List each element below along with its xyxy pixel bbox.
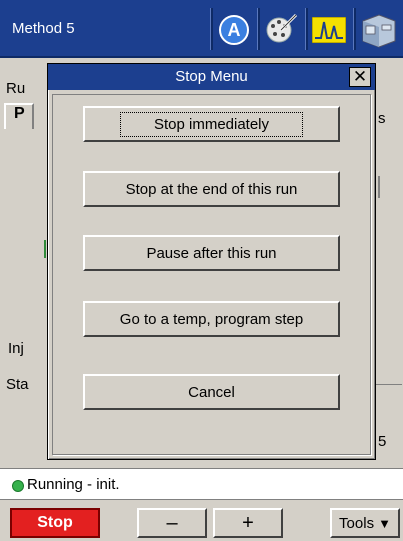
button-label: Cancel [188,383,235,401]
toolbar-separator [353,8,356,50]
background-text-s: s [378,110,386,127]
status-indicator-icon [12,480,24,492]
instrument-icon[interactable] [357,10,397,50]
background-indicator [44,240,46,258]
background-control-edge [378,176,380,198]
chromatogram-icon[interactable] [309,10,349,50]
close-button[interactable]: ✕ [349,67,371,87]
background-divider [374,384,402,385]
toolbar-separator [210,8,213,50]
background-text-inj: Inj [8,340,24,357]
tab-p[interactable]: P [4,103,34,129]
status-bar: Running - init. [0,468,403,500]
dialog-title-bar: Stop Menu [48,64,375,90]
minus-label: – [166,511,178,534]
button-label: Stop at the end of this run [125,180,298,198]
plus-button[interactable]: + [213,508,283,538]
bottom-bar: Stop – + Tools ▼ [0,500,403,541]
minus-button[interactable]: – [137,508,207,538]
tools-label: Tools [339,514,375,532]
dropdown-arrow-icon: ▼ [378,515,391,531]
stop-end-of-run-button[interactable]: Stop at the end of this run [83,171,340,207]
button-label: Go to a temp, program step [119,310,304,328]
close-icon: ✕ [352,67,368,86]
stop-label: Stop [37,514,73,531]
background-text-sta: Sta [6,376,29,393]
toolbar-separator [305,8,308,50]
dialog-title: Stop Menu [175,68,248,85]
background-text-5: 5 [378,433,387,450]
stop-menu-dialog: Stop Menu ✕ Stop immediately Stop at the… [47,63,376,460]
button-label: Stop immediately [119,111,304,137]
tools-button[interactable]: Tools ▼ [330,508,400,538]
tab-label: P [14,105,25,122]
stop-button[interactable]: Stop [10,508,100,538]
stop-immediately-button[interactable]: Stop immediately [83,106,340,142]
go-to-temp-step-button[interactable]: Go to a temp, program step [83,301,340,337]
status-text: Running - init. [27,476,120,493]
a-circle-icon[interactable]: A [214,10,254,50]
tab-row-label: Ru [6,80,26,97]
toolbar-separator [257,8,260,50]
cancel-button[interactable]: Cancel [83,374,340,410]
button-label: Pause after this run [146,244,277,262]
plus-label: + [242,511,254,534]
syringe-icon[interactable] [261,10,301,50]
title-bar: Method 5 A [0,0,403,58]
window-title: Method 5 [12,20,75,37]
pause-after-run-button[interactable]: Pause after this run [83,235,340,271]
svg-text:A: A [228,20,241,40]
